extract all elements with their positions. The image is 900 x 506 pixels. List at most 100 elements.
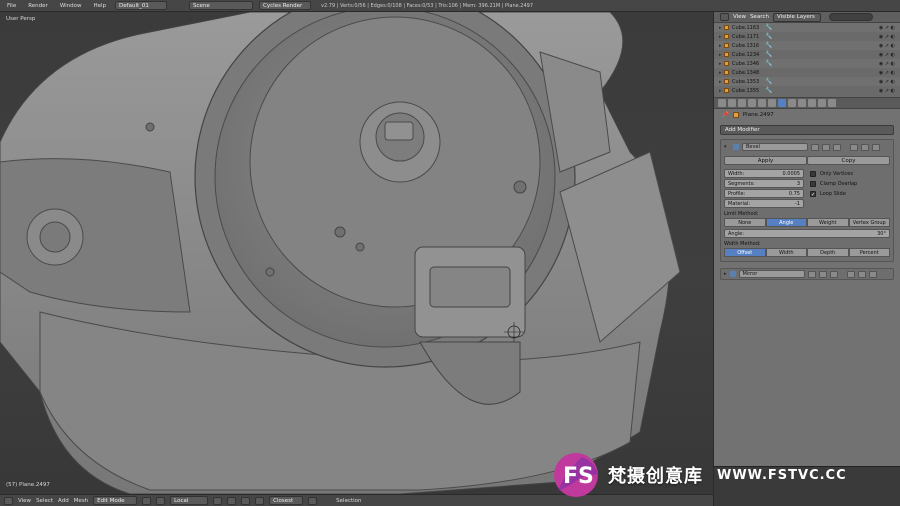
clamp-overlap-checkbox[interactable]: Clamp Overlap — [810, 179, 890, 188]
realtime-display-icon[interactable] — [807, 270, 816, 278]
only-vertices-checkbox[interactable]: Only Vertices — [810, 169, 890, 178]
move-down-icon[interactable] — [861, 143, 869, 151]
limit-weight-option[interactable]: Weight — [807, 218, 849, 227]
selection-label[interactable]: Selection — [336, 498, 361, 504]
texture-tab-icon[interactable] — [808, 99, 816, 107]
angle-field[interactable]: Angle: 30° — [724, 229, 890, 238]
visibility-toggles[interactable]: ◉ ➚ ◐ — [879, 34, 900, 40]
move-up-icon[interactable] — [846, 270, 855, 278]
add-modifier-button[interactable]: Add Modifier — [720, 125, 894, 135]
width-depth-option[interactable]: Depth — [807, 248, 849, 257]
outliner-search-input[interactable] — [828, 13, 873, 21]
vertex-select-icon[interactable] — [213, 496, 223, 505]
menu-mesh[interactable]: Mesh — [74, 498, 88, 504]
render-tab-icon[interactable] — [718, 99, 726, 107]
physics-tab-icon[interactable] — [828, 99, 836, 107]
visibility-toggles[interactable]: ◉ ➚ ◐ — [879, 52, 900, 58]
menu-view[interactable]: View — [18, 498, 31, 504]
menu-file[interactable]: File — [4, 3, 19, 9]
width-field[interactable]: Width: 0.0005 — [724, 169, 804, 178]
outliner-row[interactable]: ▸ Cube.1348 ◉ ➚ ◐ — [714, 68, 900, 77]
layout-selector[interactable]: Default_01 — [115, 1, 168, 10]
edge-select-icon[interactable] — [227, 496, 237, 505]
mirror-name-field[interactable]: Mirror — [738, 270, 805, 278]
data-tab-icon[interactable] — [788, 99, 796, 107]
copy-button[interactable]: Copy — [807, 156, 890, 165]
constraints-tab-icon[interactable] — [768, 99, 776, 107]
orientation-name: Local — [174, 497, 189, 504]
render-display-icon[interactable] — [822, 143, 830, 151]
particles-tab-icon[interactable] — [818, 99, 826, 107]
snap-target-selector[interactable]: Closest — [269, 496, 304, 505]
mode-selector[interactable]: Edit Mode — [93, 496, 138, 505]
outliner-view-menu[interactable]: View — [733, 14, 746, 20]
move-up-icon[interactable] — [850, 143, 858, 151]
outliner-search-menu[interactable]: Search — [750, 14, 769, 20]
outliner-row[interactable]: ▸ Cube.1346 🔧 ◉ ➚ ◐ — [714, 59, 900, 68]
outliner-filter-selector[interactable]: Visible Layers — [772, 12, 821, 22]
outliner-row[interactable]: ▸ Cube.1355 🔧 ◉ ➚ ◐ — [714, 86, 900, 95]
visibility-toggles[interactable]: ◉ ➚ ◐ — [879, 43, 900, 49]
outliner-row[interactable]: ▸ Cube.1163 🔧 ◉ ➚ ◐ — [714, 23, 900, 32]
mesh-object-icon — [724, 88, 729, 93]
width-offset-option[interactable]: Offset — [724, 248, 766, 257]
menu-window[interactable]: Window — [57, 3, 85, 9]
outliner-row[interactable]: ▸ Cube.1353 🔧 ◉ ➚ ◐ — [714, 77, 900, 86]
loop-slide-label: Loop Slide — [820, 190, 846, 197]
editmode-display-icon[interactable] — [833, 143, 841, 151]
menu-select[interactable]: Select — [36, 498, 53, 504]
editmode-display-icon[interactable] — [829, 270, 838, 278]
width-width-option[interactable]: Width — [765, 248, 807, 257]
scene-selector[interactable]: Scene — [189, 1, 254, 10]
move-down-icon[interactable] — [857, 270, 866, 278]
remove-modifier-icon[interactable] — [868, 270, 877, 278]
outliner-row[interactable]: ▸ Cube.1234 🔧 ◉ ➚ ◐ — [714, 50, 900, 59]
segments-field[interactable]: Segments: 3 — [724, 179, 804, 188]
outliner-editor-icon[interactable] — [720, 13, 729, 21]
world-tab-icon[interactable] — [748, 99, 756, 107]
object-tab-icon[interactable] — [758, 99, 766, 107]
checkbox-box-checked[interactable] — [810, 190, 816, 197]
visibility-toggles[interactable]: ◉ ➚ ◐ — [879, 79, 900, 85]
apply-button[interactable]: Apply — [724, 156, 807, 165]
checkbox-box[interactable] — [810, 170, 816, 177]
limit-angle-option[interactable]: Angle — [765, 218, 807, 227]
proportional-edit-icon[interactable] — [308, 496, 318, 505]
modifier-name-field[interactable]: Bevel — [742, 143, 808, 151]
width-percent-option[interactable]: Percent — [848, 248, 890, 257]
menu-add[interactable]: Add — [58, 498, 69, 504]
render-layers-tab-icon[interactable] — [728, 99, 736, 107]
expand-arrow-icon[interactable]: ▸ — [724, 271, 727, 277]
orientation-selector[interactable]: Local — [170, 496, 209, 505]
shading-icon[interactable] — [142, 496, 152, 505]
scene-tab-icon[interactable] — [738, 99, 746, 107]
face-select-icon[interactable] — [241, 496, 251, 505]
limit-vertex-group-option[interactable]: Vertex Group — [848, 218, 890, 227]
3d-viewport[interactable]: User Persp (57) Plane.2497 — [0, 12, 713, 494]
material-field[interactable]: Material: -1 — [724, 199, 804, 208]
loop-slide-checkbox[interactable]: Loop Slide — [810, 189, 890, 198]
checkbox-box[interactable] — [810, 180, 816, 187]
material-tab-icon[interactable] — [798, 99, 806, 107]
visibility-toggles[interactable]: ◉ ➚ ◐ — [879, 25, 900, 31]
render-display-icon[interactable] — [818, 270, 827, 278]
collapse-arrow-icon[interactable]: ▾ — [724, 144, 730, 150]
pin-icon[interactable]: 📌 — [722, 112, 729, 118]
modifiers-tab-icon[interactable] — [778, 99, 786, 107]
outliner-row[interactable]: ▸ Cube.1171 🔧 ◉ ➚ ◐ — [714, 32, 900, 41]
outliner-row[interactable]: ▸ Cube.1316 🔧 ◉ ➚ ◐ — [714, 41, 900, 50]
clamp-overlap-label: Clamp Overlap — [820, 180, 858, 187]
visibility-toggles[interactable]: ◉ ➚ ◐ — [879, 61, 900, 67]
limit-none-option[interactable]: None — [724, 218, 766, 227]
menu-render[interactable]: Render — [25, 3, 51, 9]
editor-type-icon[interactable] — [4, 496, 13, 505]
pivot-icon[interactable] — [156, 496, 166, 505]
realtime-display-icon[interactable] — [811, 143, 819, 151]
profile-field[interactable]: Profile: 0.75 — [724, 189, 804, 198]
remove-modifier-icon[interactable] — [872, 143, 880, 151]
menu-help[interactable]: Help — [91, 3, 110, 9]
visibility-toggles[interactable]: ◉ ➚ ◐ — [879, 70, 900, 76]
render-engine-selector[interactable]: Cycles Render — [259, 1, 312, 10]
visibility-toggles[interactable]: ◉ ➚ ◐ — [879, 88, 900, 94]
magnet-icon[interactable] — [255, 496, 265, 505]
